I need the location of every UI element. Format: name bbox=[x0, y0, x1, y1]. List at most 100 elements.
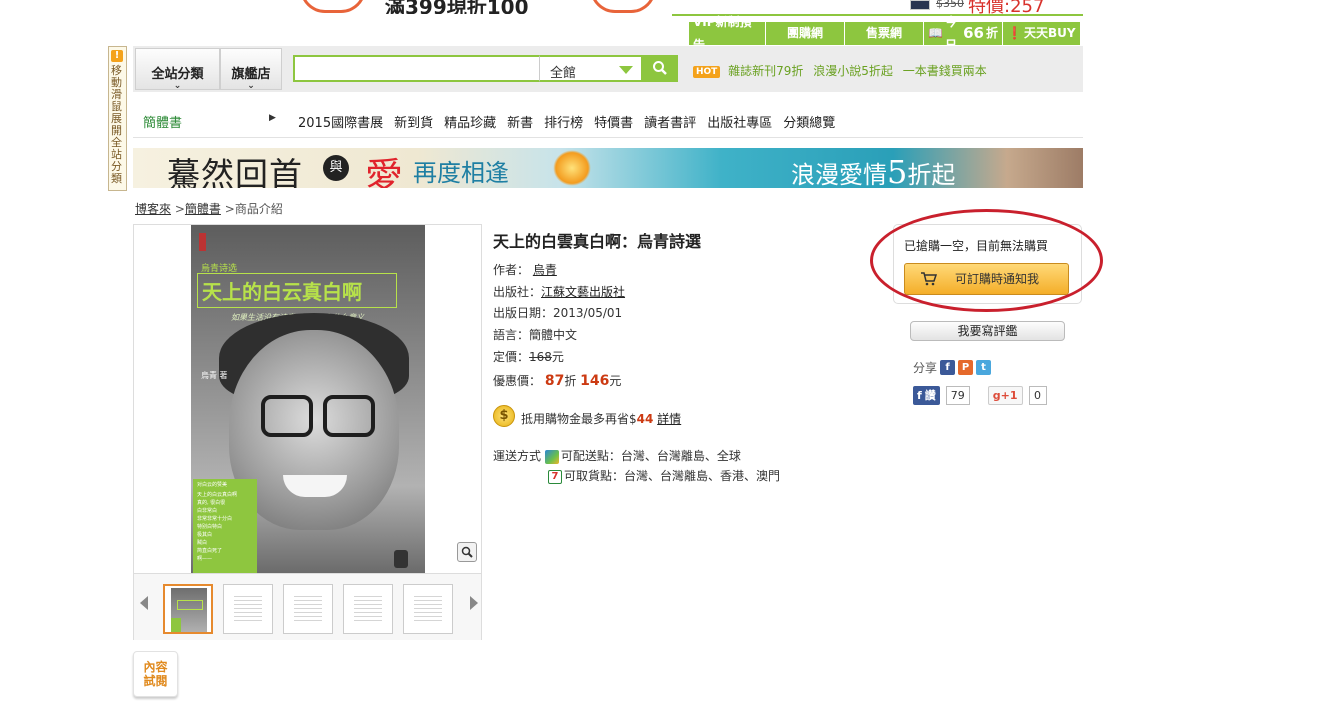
breadcrumb: 博客來 >簡體書 >商品介紹 bbox=[135, 200, 283, 217]
author-row: 作者： 烏青 bbox=[493, 261, 557, 278]
facebook-icon[interactable]: f bbox=[940, 360, 956, 375]
hot-link[interactable]: 一本書錢買兩本 bbox=[903, 64, 987, 78]
list-price-unit: 元 bbox=[551, 350, 564, 364]
dropdown-triangle-icon bbox=[619, 66, 633, 74]
author-link[interactable]: 烏青 bbox=[533, 263, 557, 277]
nav-link[interactable]: 新到貨 bbox=[394, 112, 433, 131]
search-scope-select[interactable]: 全館 bbox=[539, 55, 643, 82]
google-plus-label: +1 bbox=[1000, 389, 1018, 402]
like-count: 79 bbox=[945, 386, 970, 405]
search-input[interactable] bbox=[293, 55, 541, 82]
tab-today-discount[interactable]: 📖 今日 66 折 bbox=[924, 15, 1003, 52]
discount-unit: 折 bbox=[564, 374, 577, 388]
all-categories-button[interactable]: 全站分類 ⌄ bbox=[135, 48, 220, 91]
language-value: 簡體中文 bbox=[529, 328, 578, 342]
thumbnail-page bbox=[354, 593, 382, 623]
facebook-like-button[interactable]: f讚 bbox=[913, 386, 940, 405]
notify-me-label: 可訂購時通知我 bbox=[955, 272, 1040, 286]
current-category[interactable]: 簡體書 bbox=[143, 112, 182, 131]
flagship-button[interactable]: 旗艦店 ⌄ bbox=[220, 48, 282, 91]
cover-poem-line: 极其白 bbox=[197, 532, 213, 538]
publisher-row: 出版社：江蘇文藝出版社 bbox=[493, 283, 625, 300]
chevron-down-icon: ⌄ bbox=[173, 81, 182, 91]
pickup-row: 7 可取貨點：台灣、台灣離島、香港、澳門 bbox=[548, 467, 780, 484]
cover-glasses bbox=[261, 395, 313, 437]
publish-date: 2013/05/01 bbox=[553, 306, 623, 320]
author-label: 作者： bbox=[493, 263, 530, 277]
product-title: 天上的白雲真白啊：烏青詩選 bbox=[493, 232, 702, 251]
cashback-amount: 44 bbox=[636, 412, 654, 426]
tab-daily-buy[interactable]: ❗ 天天BUY bbox=[1003, 22, 1081, 45]
hot-link[interactable]: 浪漫小說5折起 bbox=[813, 64, 893, 78]
thumbnail[interactable] bbox=[403, 584, 453, 634]
delivery-row: 運送方式 可配送點：台灣、台灣離島、全球 bbox=[493, 447, 741, 464]
hot-links: HOT 雜誌新刊79折 浪漫小說5折起 一本書錢買兩本 bbox=[693, 62, 993, 79]
hot-badge: HOT bbox=[693, 65, 721, 78]
cover-poem-line: 非常非常十分白 bbox=[197, 516, 233, 522]
cashback-details-link[interactable]: 詳情 bbox=[657, 412, 681, 426]
google-plus-button[interactable]: g+1 bbox=[987, 386, 1023, 405]
thumbnail[interactable] bbox=[343, 584, 393, 634]
search-scope-value: 全館 bbox=[550, 66, 577, 81]
nav-link[interactable]: 分類總覽 bbox=[783, 112, 835, 131]
like-label: 讚 bbox=[924, 389, 936, 402]
thumbnail[interactable] bbox=[223, 584, 273, 634]
write-review-button[interactable]: 我要寫評鑑 bbox=[910, 321, 1065, 341]
thumbnail[interactable] bbox=[283, 584, 333, 634]
zoom-button[interactable] bbox=[457, 542, 477, 562]
ad-yu-badge: 與 bbox=[323, 155, 349, 181]
buy-box: 已搶購一空，目前無法購買 可訂購時通知我 bbox=[893, 224, 1082, 304]
tab-vip[interactable]: VIP新制預告 bbox=[689, 15, 766, 52]
nav-link[interactable]: 讀者書評 bbox=[644, 112, 696, 131]
nav-link[interactable]: 新書 bbox=[507, 112, 533, 131]
breadcrumb-home[interactable]: 博客來 bbox=[135, 202, 171, 216]
breadcrumb-section[interactable]: 簡體書 bbox=[185, 202, 221, 216]
nav-link[interactable]: 精品珍藏 bbox=[444, 112, 496, 131]
side-bar-text: 移動滑鼠展開全站分類 bbox=[111, 64, 122, 185]
thumbnail-page bbox=[414, 593, 442, 623]
share-row: 分享 f P t bbox=[913, 359, 992, 376]
category-nav: 簡體書 ▶ 2015國際書展 新到貨 精品珍藏 新書 排行榜 特價書 讀者書評 … bbox=[133, 107, 1083, 138]
tab-group-buy-label: 團購網 bbox=[786, 26, 823, 40]
preview-label-line1: 內容 bbox=[143, 660, 168, 674]
thumbnail[interactable] bbox=[163, 584, 213, 634]
plurk-icon[interactable]: P bbox=[958, 360, 974, 375]
nav-link[interactable]: 排行榜 bbox=[544, 112, 583, 131]
hot-link[interactable]: 雜誌新刊79折 bbox=[728, 64, 803, 78]
cover-poem-line: 简直白死了 bbox=[197, 548, 223, 554]
search-button[interactable] bbox=[643, 55, 678, 82]
book-cover-image[interactable]: 烏青诗选 天上的白云真白啊 如果生活没有诗意, 活着还有什么意义 烏青 著 对白… bbox=[191, 225, 425, 573]
ad-subheadline: 再度相逢 bbox=[413, 159, 509, 187]
preview-label-line2: 試閱 bbox=[143, 674, 168, 688]
heart-icon bbox=[553, 150, 591, 186]
category-links: 2015國際書展 新到貨 精品珍藏 新書 排行榜 特價書 讀者書評 出版社專區 … bbox=[298, 112, 835, 131]
side-category-bar[interactable]: ! 移動滑鼠展開全站分類 bbox=[108, 46, 127, 191]
seven-eleven-icon: 7 bbox=[548, 469, 562, 484]
nav-link[interactable]: 2015國際書展 bbox=[298, 112, 383, 131]
date-label: 出版日期： bbox=[493, 306, 554, 320]
next-arrow-icon[interactable] bbox=[470, 596, 478, 610]
tab-ticket[interactable]: 售票網 bbox=[845, 22, 924, 45]
caret-right-icon[interactable]: ▶ bbox=[269, 113, 276, 123]
sale-price: 146 bbox=[580, 373, 610, 389]
twitter-icon[interactable]: t bbox=[976, 360, 992, 375]
breadcrumb-sep: > bbox=[174, 202, 185, 216]
thumbnail-cover bbox=[171, 588, 207, 632]
notify-me-button[interactable]: 可訂購時通知我 bbox=[904, 263, 1069, 295]
cover-poem-line: 真的, 很白很 bbox=[197, 500, 226, 506]
nav-link[interactable]: 特價書 bbox=[594, 112, 633, 131]
discount-value: 87 bbox=[544, 373, 565, 389]
cart-icon bbox=[921, 272, 937, 286]
nav-link[interactable]: 出版社專區 bbox=[707, 112, 772, 131]
preview-button[interactable]: 內容 試閱 bbox=[133, 651, 178, 697]
top-green-tabs: VIP新制預告 團購網 售票網 📖 今日 66 折 ❗ 天天BUY bbox=[689, 15, 1081, 52]
ad-discount-prefix: 浪漫愛情 bbox=[791, 161, 887, 188]
ad-banner[interactable]: 驀然回首 與 愛 再度相逢 浪漫愛情5折起 bbox=[133, 148, 1083, 188]
prev-arrow-icon[interactable] bbox=[140, 596, 148, 610]
product-image-panel: 烏青诗选 天上的白云真白啊 如果生活没有诗意, 活着还有什么意义 烏青 著 对白… bbox=[133, 224, 482, 640]
coin-icon: $ bbox=[493, 405, 515, 427]
top-promo-banner[interactable]: 滿399現折100 bbox=[290, 0, 660, 14]
tab-group-buy[interactable]: 團購網 bbox=[766, 22, 845, 45]
publisher-link[interactable]: 江蘇文藝出版社 bbox=[541, 285, 625, 299]
search-header: 全站分類 ⌄ 旗艦店 ⌄ 全館 HOT 雜誌新刊79折 浪漫小說5折起 一本書錢… bbox=[133, 46, 1083, 92]
